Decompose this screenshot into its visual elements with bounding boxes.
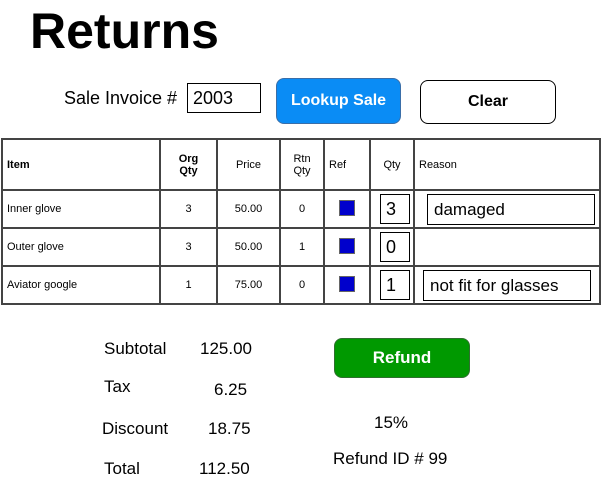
item-name: Inner glove <box>1 189 161 229</box>
ref-checkbox[interactable] <box>339 199 355 216</box>
ref-checkbox[interactable] <box>339 275 355 292</box>
discount-label: Discount <box>102 419 169 438</box>
org-qty: 3 <box>159 189 218 229</box>
price: 75.00 <box>216 265 281 305</box>
clear-button[interactable]: Clear <box>420 80 556 124</box>
subtotal-label: Subtotal <box>104 339 167 358</box>
header-org-qty-line2: Qty <box>179 164 198 177</box>
returns-table: Item Org Qty Price Rtn Qty Ref Qty Reason … <box>1 138 601 305</box>
qty-input[interactable]: 0 <box>380 232 410 262</box>
invoice-label: Sale Invoice # <box>64 88 178 108</box>
header-org-qty-line1: Org <box>178 152 199 165</box>
tax-value: 6.25 <box>214 380 248 399</box>
refund-id: Refund ID # 99 <box>333 449 448 468</box>
table-row: Inner glove 3 50.00 0 3 damaged <box>1 189 601 229</box>
table-row: Aviator google 1 75.00 0 1 not fit for g… <box>1 265 601 305</box>
qty-input[interactable]: 1 <box>380 270 410 300</box>
discount-percent: 15% <box>374 413 409 432</box>
total-value: 112.50 <box>199 459 250 478</box>
rtn-qty: 1 <box>279 227 325 267</box>
page-title: Returns <box>30 3 219 59</box>
header-price: Price <box>216 138 281 191</box>
total-label: Total <box>104 459 140 478</box>
table-row: Outer glove 3 50.00 1 0 <box>1 227 601 267</box>
price: 50.00 <box>216 189 281 229</box>
rtn-qty: 0 <box>279 189 325 229</box>
reason-input[interactable]: not fit for glasses <box>423 269 591 301</box>
header-rtn-qty-line1: Rtn <box>293 152 311 165</box>
reason-input[interactable]: damaged <box>427 193 595 225</box>
discount-value: 18.75 <box>208 419 251 438</box>
subtotal-value: 125.00 <box>200 339 252 358</box>
price: 50.00 <box>216 227 281 267</box>
header-rtn-qty: Rtn Qty <box>279 138 325 191</box>
item-name: Aviator google <box>1 265 161 305</box>
lookup-sale-button[interactable]: Lookup Sale <box>276 78 401 124</box>
header-qty: Qty <box>369 138 415 191</box>
header-ref: Ref <box>323 138 371 191</box>
header-reason: Reason <box>413 138 601 191</box>
org-qty: 1 <box>159 265 218 305</box>
reason-cell-empty <box>413 227 601 267</box>
qty-input[interactable]: 3 <box>380 194 410 224</box>
item-name: Outer glove <box>1 227 161 267</box>
header-rtn-qty-line2: Qty <box>293 164 311 177</box>
invoice-input[interactable]: 2003 <box>187 83 261 113</box>
org-qty: 3 <box>159 227 218 267</box>
refund-button[interactable]: Refund <box>334 338 470 378</box>
header-item: Item <box>1 138 161 191</box>
rtn-qty: 0 <box>279 265 325 305</box>
table-header: Item Org Qty Price Rtn Qty Ref Qty Reason <box>1 138 601 191</box>
ref-checkbox[interactable] <box>339 237 355 254</box>
header-org-qty: Org Qty <box>159 138 218 191</box>
tax-label: Tax <box>104 377 131 396</box>
